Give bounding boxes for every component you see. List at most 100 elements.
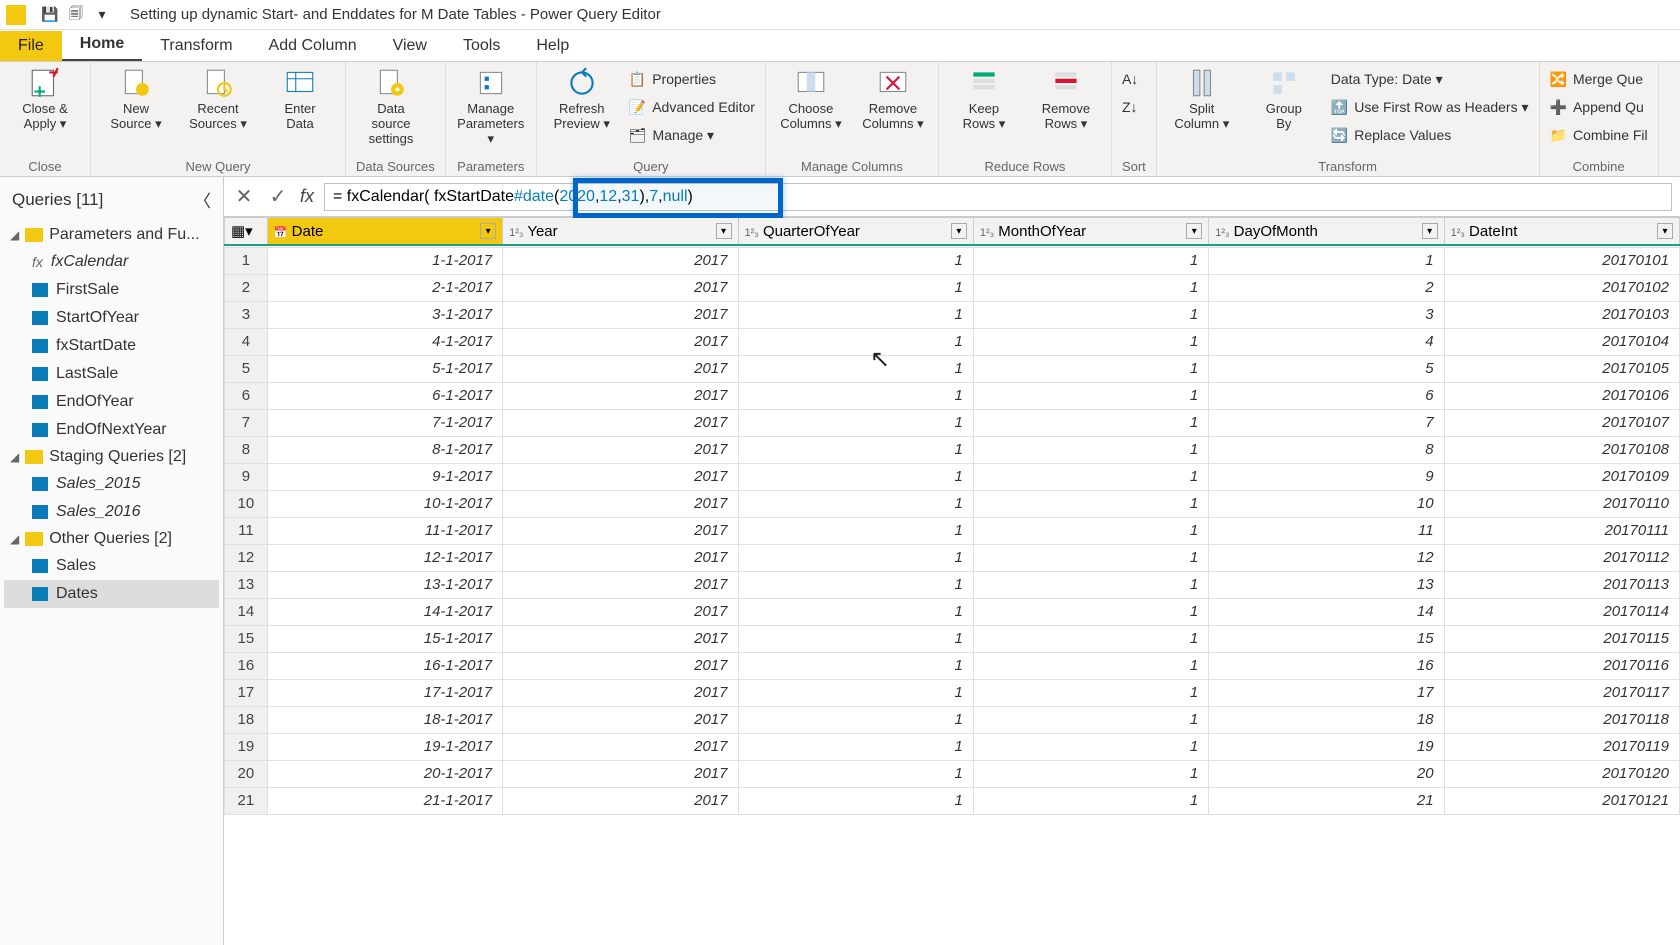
cell-year[interactable]: 2017 — [503, 760, 738, 787]
cell-month[interactable]: 1 — [973, 652, 1208, 679]
sort-desc-button[interactable]: Z↓ — [1122, 94, 1138, 120]
table-row[interactable]: 8 8-1-2017 2017 1 1 8 20170108 — [225, 436, 1680, 463]
cell-month[interactable]: 1 — [973, 760, 1208, 787]
cell-day[interactable]: 7 — [1209, 409, 1444, 436]
cell-dateint[interactable]: 20170119 — [1444, 733, 1679, 760]
cell-month[interactable]: 1 — [973, 436, 1208, 463]
cell-year[interactable]: 2017 — [503, 355, 738, 382]
table-row[interactable]: 18 18-1-2017 2017 1 1 18 20170118 — [225, 706, 1680, 733]
cell-date[interactable]: 15-1-2017 — [267, 625, 502, 652]
table-row[interactable]: 2 2-1-2017 2017 1 1 2 20170102 — [225, 274, 1680, 301]
collapse-pane-icon[interactable]: 〈 — [194, 187, 211, 212]
cell-quarter[interactable]: 1 — [738, 274, 973, 301]
tree-group-parameters[interactable]: ◢Parameters and Fu... — [4, 222, 219, 248]
row-number[interactable]: 18 — [225, 706, 268, 733]
filter-icon[interactable]: ▾ — [716, 223, 732, 239]
tree-group-other[interactable]: ◢Other Queries [2] — [4, 526, 219, 552]
cell-day[interactable]: 21 — [1209, 787, 1444, 814]
col-header-day[interactable]: 1²₃ DayOfMonth▾ — [1209, 218, 1444, 246]
cell-quarter[interactable]: 1 — [738, 382, 973, 409]
group-by-button[interactable]: Group By — [1249, 66, 1319, 132]
cell-date[interactable]: 17-1-2017 — [267, 679, 502, 706]
cell-month[interactable]: 1 — [973, 679, 1208, 706]
cell-day[interactable]: 12 — [1209, 544, 1444, 571]
cancel-formula-button[interactable]: ✕ — [232, 184, 256, 209]
undo-icon[interactable]: 🗐 — [66, 5, 86, 25]
cell-dateint[interactable]: 20170117 — [1444, 679, 1679, 706]
cell-dateint[interactable]: 20170108 — [1444, 436, 1679, 463]
cell-date[interactable]: 14-1-2017 — [267, 598, 502, 625]
cell-quarter[interactable]: 1 — [738, 355, 973, 382]
tree-item-dates[interactable]: Dates — [4, 580, 219, 608]
table-row[interactable]: 16 16-1-2017 2017 1 1 16 20170116 — [225, 652, 1680, 679]
cell-day[interactable]: 14 — [1209, 598, 1444, 625]
cell-year[interactable]: 2017 — [503, 517, 738, 544]
sort-asc-button[interactable]: A↓ — [1122, 66, 1138, 92]
combine-files-button[interactable]: 📁Combine Fil — [1550, 122, 1648, 148]
keep-rows-button[interactable]: Keep Rows ▾ — [949, 66, 1019, 132]
tree-item-fxstartdate[interactable]: fxStartDate — [4, 332, 219, 360]
cell-month[interactable]: 1 — [973, 517, 1208, 544]
cell-year[interactable]: 2017 — [503, 328, 738, 355]
tab-file[interactable]: File — [0, 31, 62, 61]
row-number[interactable]: 16 — [225, 652, 268, 679]
tree-item-startofyear[interactable]: StartOfYear — [4, 304, 219, 332]
table-row[interactable]: 3 3-1-2017 2017 1 1 3 20170103 — [225, 301, 1680, 328]
cell-day[interactable]: 13 — [1209, 571, 1444, 598]
table-row[interactable]: 14 14-1-2017 2017 1 1 14 20170114 — [225, 598, 1680, 625]
cell-year[interactable]: 2017 — [503, 571, 738, 598]
tree-item-sales[interactable]: Sales — [4, 552, 219, 580]
cell-date[interactable]: 12-1-2017 — [267, 544, 502, 571]
cell-day[interactable]: 16 — [1209, 652, 1444, 679]
cell-month[interactable]: 1 — [973, 733, 1208, 760]
cell-day[interactable]: 19 — [1209, 733, 1444, 760]
save-icon[interactable]: 💾 — [40, 5, 60, 25]
tree-item-endofyear[interactable]: EndOfYear — [4, 388, 219, 416]
cell-day[interactable]: 10 — [1209, 490, 1444, 517]
tab-help[interactable]: Help — [518, 31, 587, 61]
cell-month[interactable]: 1 — [973, 328, 1208, 355]
split-column-button[interactable]: Split Column ▾ — [1167, 66, 1237, 132]
cell-dateint[interactable]: 20170115 — [1444, 625, 1679, 652]
remove-rows-button[interactable]: Remove Rows ▾ — [1031, 66, 1101, 132]
cell-quarter[interactable]: 1 — [738, 247, 973, 274]
cell-date[interactable]: 21-1-2017 — [267, 787, 502, 814]
table-row[interactable]: 21 21-1-2017 2017 1 1 21 20170121 — [225, 787, 1680, 814]
cell-date[interactable]: 9-1-2017 — [267, 463, 502, 490]
cell-month[interactable]: 1 — [973, 787, 1208, 814]
cell-month[interactable]: 1 — [973, 355, 1208, 382]
filter-icon[interactable]: ▾ — [951, 223, 967, 239]
row-number[interactable]: 3 — [225, 301, 268, 328]
cell-dateint[interactable]: 20170111 — [1444, 517, 1679, 544]
filter-icon[interactable]: ▾ — [480, 223, 496, 239]
cell-dateint[interactable]: 20170105 — [1444, 355, 1679, 382]
col-header-dateint[interactable]: 1²₃ DateInt▾ — [1444, 218, 1679, 246]
cell-date[interactable]: 16-1-2017 — [267, 652, 502, 679]
cell-month[interactable]: 1 — [973, 598, 1208, 625]
replace-values-button[interactable]: 🔄Replace Values — [1331, 122, 1529, 148]
cell-day[interactable]: 5 — [1209, 355, 1444, 382]
data-type-button[interactable]: Data Type: Date ▾ — [1331, 66, 1529, 92]
cell-date[interactable]: 7-1-2017 — [267, 409, 502, 436]
cell-dateint[interactable]: 20170121 — [1444, 787, 1679, 814]
cell-date[interactable]: 19-1-2017 — [267, 733, 502, 760]
merge-queries-button[interactable]: 🔀Merge Que — [1550, 66, 1648, 92]
row-number[interactable]: 21 — [225, 787, 268, 814]
enter-data-button[interactable]: Enter Data — [265, 66, 335, 132]
col-header-quarter[interactable]: 1²₃ QuarterOfYear▾ — [738, 218, 973, 246]
table-row[interactable]: 7 7-1-2017 2017 1 1 7 20170107 — [225, 409, 1680, 436]
col-header-date[interactable]: 📅 Date▾ — [267, 218, 502, 246]
cell-day[interactable]: 1 — [1209, 247, 1444, 274]
cell-date[interactable]: 20-1-2017 — [267, 760, 502, 787]
table-row[interactable]: 15 15-1-2017 2017 1 1 15 20170115 — [225, 625, 1680, 652]
cell-date[interactable]: 18-1-2017 — [267, 706, 502, 733]
cell-date[interactable]: 8-1-2017 — [267, 436, 502, 463]
manage-button[interactable]: 🗂Manage ▾ — [629, 122, 755, 148]
cell-quarter[interactable]: 1 — [738, 544, 973, 571]
cell-date[interactable]: 13-1-2017 — [267, 571, 502, 598]
cell-dateint[interactable]: 20170112 — [1444, 544, 1679, 571]
cell-quarter[interactable]: 1 — [738, 463, 973, 490]
row-number[interactable]: 12 — [225, 544, 268, 571]
cell-day[interactable]: 17 — [1209, 679, 1444, 706]
cell-quarter[interactable]: 1 — [738, 571, 973, 598]
